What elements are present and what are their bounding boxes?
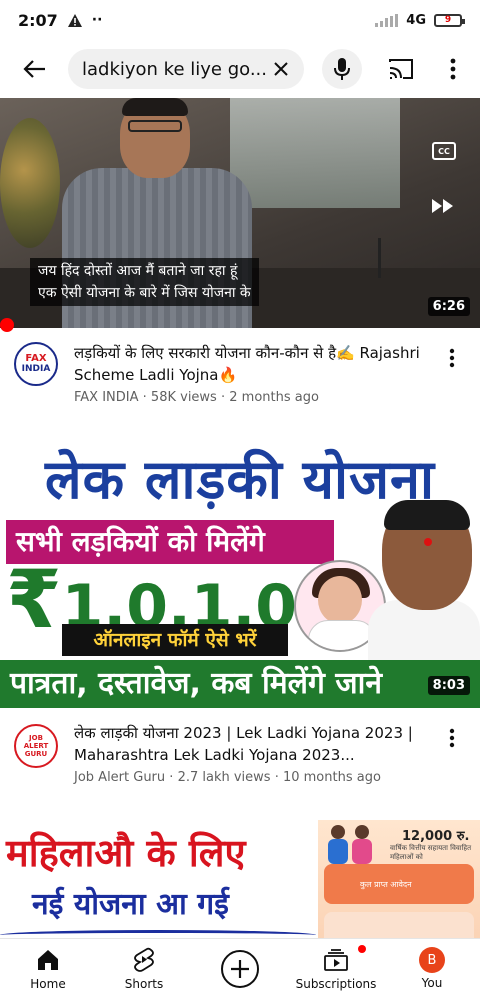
video-menu-button[interactable] [440,726,464,750]
more-vertical-icon [450,58,456,80]
duration-badge: 6:26 [427,297,470,316]
thumbnail-headline: महिलाऔ के लिए [6,831,246,875]
nav-subscriptions-label: Subscriptions [295,977,377,991]
video-menu-button[interactable] [440,346,464,370]
bottom-navigation: Home Shorts Subscriptions B You [0,938,480,998]
avatar: B [419,947,445,973]
thumbnail-app-preview: 12,000 रु. वार्षिक वित्तीय सहायता विवाहि… [318,820,480,940]
cast-button[interactable] [384,52,418,86]
video-title[interactable]: लड़कियों के लिए सरकारी योजना कौन-कौन से … [74,342,436,386]
search-input[interactable]: ladkiyon ke liye go... [68,49,304,89]
rupee-symbol: ₹ [6,553,62,646]
background-plant [0,118,60,248]
subscriptions-icon [322,946,350,974]
microphone-icon [334,58,350,80]
warning-icon [67,13,82,27]
subtitle-line-1: जय हिंद दोस्तों आज मैं बताने जा रहा हूं [38,263,238,279]
voice-search-button[interactable] [322,49,362,89]
avatar-text-top: FAX [25,353,47,364]
signal-icon [375,13,399,27]
status-bar: 2:07 ·· 4G 9 [0,0,480,40]
video-stats: Job Alert Guru · 2.7 lakh views · 10 mon… [74,770,381,785]
video-thumbnail[interactable]: महिलाऔ के लिए नई योजना आ गई 12,000 रु. व… [0,820,480,940]
network-label: 4G [406,12,426,28]
nav-you[interactable]: B You [384,939,480,998]
video-meta[interactable]: JOB ALERT GURU लेक लाड़की योजना 2023 | L… [0,722,480,802]
duration-badge: 8:03 [427,676,470,695]
arrow-left-icon [23,60,45,78]
thumbnail-green-banner: पात्रता, दस्तावेज, कब मिलेंगे जाने [0,660,480,708]
battery-level: 9 [444,15,452,25]
channel-name: Job Alert Guru [74,770,166,785]
view-count: 2.7 lakh views [177,770,271,785]
more-vertical-icon [449,728,455,748]
video-subtitle: जय हिंद दोस्तों आज मैं बताने जा रहा हूं … [30,258,259,306]
channel-avatar[interactable]: JOB ALERT GURU [14,724,58,768]
shorts-icon [130,946,158,974]
fast-forward-icon[interactable] [430,198,456,214]
search-query: ladkiyon ke liye go... [82,58,267,80]
search-header: ladkiyon ke liye go... [0,44,480,94]
back-button[interactable] [18,52,52,86]
thumbnail-subheadline: नई योजना आ गई [32,887,229,922]
video-stats: FAX INDIA · 58K views · 2 months ago [74,390,319,405]
avatar-line-3: GURU [24,750,48,758]
video-player[interactable]: CC जय हिंद दोस्तों आज मैं बताने जा रहा ह… [0,98,480,328]
home-icon [34,946,62,974]
background-window [230,98,400,208]
view-count: 58K views [150,390,217,405]
subtitle-line-2: एक ऐसी योजना के बारे में जिस योजना के [38,285,251,301]
thumbnail-card-2 [324,912,474,940]
captions-label: CC [438,146,450,156]
avatar-line-2: ALERT [23,742,49,750]
thumbnail-online-banner: ऑनलाइन फॉर्म ऐसे भरें [62,624,288,656]
battery-icon: 9 [434,13,465,27]
captions-button[interactable]: CC [432,142,456,160]
politician-portrait [368,500,480,660]
cast-icon [389,59,413,79]
more-options-button[interactable] [438,52,468,86]
nav-shorts-label: Shorts [124,977,164,991]
video-thumbnail[interactable]: लेक लाड़की योजना सभी लड़कियों को मिलेंगे… [0,432,480,708]
avatar-line-1: JOB [29,734,43,742]
upload-age: 10 months ago [282,770,381,785]
nav-you-label: You [421,976,443,990]
nav-home-label: Home [30,977,66,991]
thumbnail-amount: 12,000 रु. [402,829,470,844]
thumbnail-amount-note: वार्षिक वित्तीय सहायता विवाहित महिलाओं क… [390,844,472,861]
channel-name: FAX INDIA [74,390,139,405]
channel-avatar[interactable]: FAX INDIA [14,342,58,386]
notification-dot [358,945,366,953]
video-title[interactable]: लेक लाड़की योजना 2023 | Lek Ladki Yojana… [74,722,436,766]
background-lamp [378,238,418,278]
status-time: 2:07 [18,10,58,30]
nav-create[interactable] [192,939,288,998]
nav-subscriptions[interactable]: Subscriptions [288,939,384,998]
clear-icon[interactable] [272,60,290,78]
thumbnail-card: कुल प्राप्त आवेदन [324,864,474,904]
video-meta[interactable]: FAX INDIA लड़कियों के लिए सरकारी योजना क… [0,342,480,422]
plus-icon [231,959,249,978]
more-vertical-icon [449,348,455,368]
nav-home[interactable]: Home [0,939,96,998]
create-button[interactable] [221,949,259,988]
dots-icon: ·· [91,12,103,28]
women-illustration [328,825,372,864]
thumbnail-card-label: कुल प्राप्त आवेदन [360,879,412,889]
nav-shorts[interactable]: Shorts [96,939,192,998]
upload-age: 2 months ago [229,390,319,405]
avatar-text-bottom: INDIA [21,364,51,374]
progress-scrubber[interactable] [0,318,14,332]
